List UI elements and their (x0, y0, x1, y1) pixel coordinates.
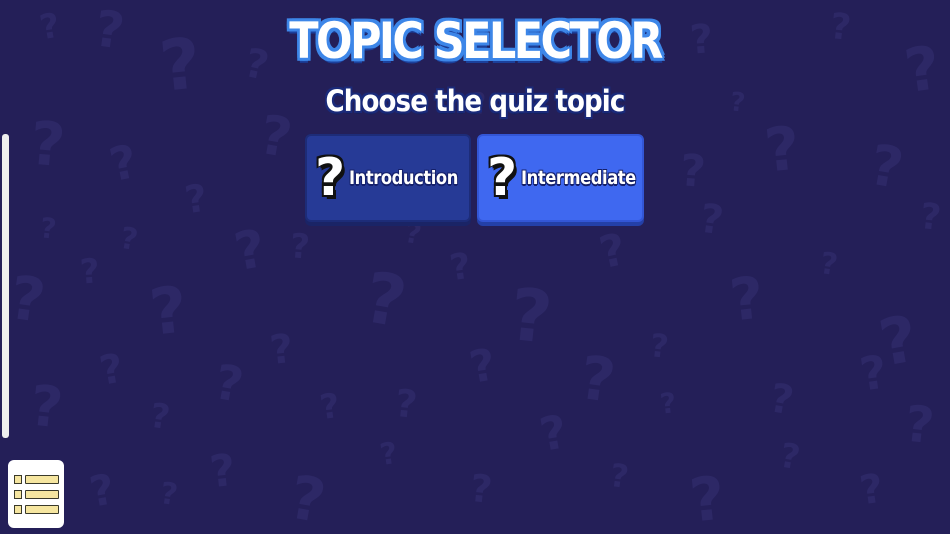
background-question-mark: ? (267, 325, 296, 375)
page-subtitle: Choose the quiz topic (325, 84, 626, 118)
background-question-mark: ? (27, 108, 68, 182)
menu-button[interactable] (8, 460, 64, 528)
background-question-mark: ? (392, 380, 420, 428)
list-menu-icon (14, 474, 64, 484)
question-mark-icon: ? (315, 148, 346, 208)
background-question-mark: ? (467, 465, 495, 513)
background-question-mark: ? (465, 339, 500, 394)
topic-label: Intermediate (521, 167, 637, 189)
background-question-mark: ? (207, 444, 239, 499)
background-question-mark: ? (402, 215, 425, 252)
background-question-mark: ? (377, 435, 400, 474)
background-question-mark: ? (96, 345, 128, 395)
topic-label: Introduction (349, 167, 459, 189)
background-question-mark: ? (147, 395, 173, 439)
background-question-mark: ? (157, 475, 180, 514)
scrollbar[interactable] (2, 134, 9, 438)
background-question-mark: ? (288, 226, 312, 268)
background-question-mark: ? (284, 462, 331, 534)
background-question-mark: ? (146, 273, 191, 351)
list-menu-row (14, 489, 64, 499)
background-question-mark: ? (117, 220, 141, 259)
page-title: TOPIC SELECTOR (289, 12, 663, 70)
background-question-mark: ? (594, 223, 631, 280)
background-question-mark: ? (817, 245, 840, 284)
background-question-mark: ? (358, 256, 413, 344)
background-question-mark: ? (761, 113, 804, 187)
background-question-mark: ? (78, 251, 102, 293)
background-question-mark: ? (902, 394, 937, 456)
background-question-mark: ? (607, 455, 632, 497)
background-question-mark: ? (447, 245, 474, 290)
background-question-mark: ? (917, 196, 944, 239)
background-question-mark: ? (726, 263, 768, 335)
background-question-mark: ? (36, 5, 64, 49)
background-question-mark: ? (26, 373, 66, 442)
background-question-mark: ? (317, 385, 343, 429)
question-mark-icon: ? (487, 148, 518, 208)
background-question-mark: ? (696, 195, 727, 245)
background-question-mark: ? (230, 218, 271, 284)
background-question-mark: ? (85, 464, 119, 517)
background-question-mark: ? (535, 404, 572, 462)
list-menu-row (14, 504, 64, 514)
background-question-mark: ? (776, 435, 804, 479)
topic-button-introduction[interactable]: ? Introduction (305, 134, 471, 222)
topic-button-intermediate[interactable]: ? Intermediate (477, 134, 644, 222)
background-question-mark: ? (182, 175, 211, 223)
background-question-mark: ? (505, 272, 557, 360)
background-question-mark: ? (658, 386, 678, 421)
background-question-mark: ? (648, 326, 671, 366)
background-question-mark: ? (864, 132, 908, 203)
background-question-mark: ? (5, 262, 50, 338)
background-question-mark: ? (856, 465, 887, 515)
background-question-mark: ? (686, 463, 729, 534)
background-question-mark: ? (575, 342, 620, 418)
background-question-mark: ? (678, 145, 708, 198)
background-question-mark: ? (38, 211, 58, 246)
background-question-mark: ? (900, 32, 945, 108)
background-question-mark: ? (210, 354, 248, 414)
background-question-mark: ? (766, 375, 798, 425)
background-question-mark: ? (104, 133, 143, 193)
